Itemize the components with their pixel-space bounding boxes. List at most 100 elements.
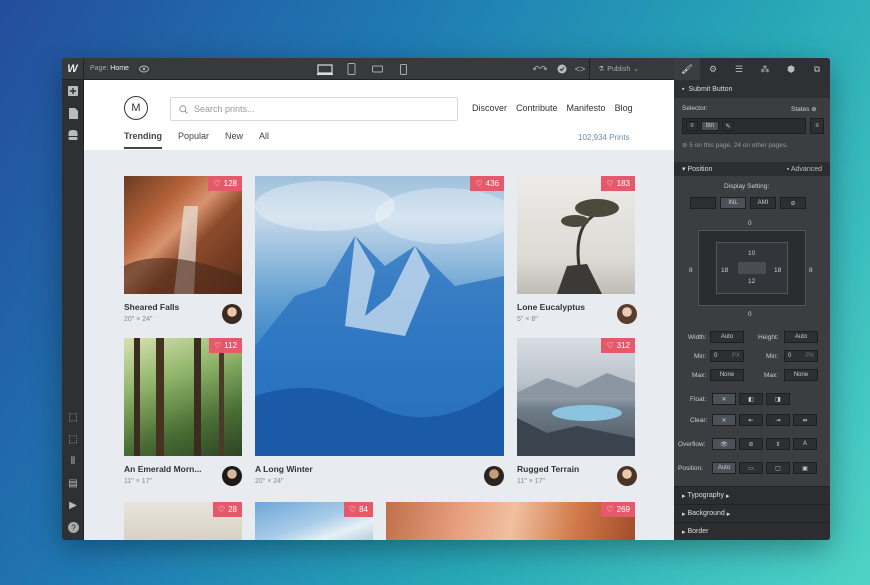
preview-eye-icon[interactable] [135,58,153,80]
style-manager-icon[interactable]: ⧉ [804,58,830,80]
print-card-image[interactable]: ♡ 183 [517,176,635,294]
print-card-image[interactable]: ♡ 436 [255,176,504,456]
clear-left-button[interactable]: ⇤ [739,414,763,426]
min-width-input[interactable]: 0 PX [710,350,744,362]
avatar[interactable] [222,304,242,324]
max-height-input[interactable]: None [784,369,818,381]
padding-top-value[interactable]: 10 [748,250,755,257]
code-icon[interactable]: <> [571,58,589,80]
print-card-image[interactable]: ♡ 28 [124,502,242,540]
avatar[interactable] [222,466,242,486]
likes-badge[interactable]: ♡ 128 [208,176,242,191]
margin-top-value[interactable]: 0 [748,220,752,227]
avatar[interactable] [617,466,637,486]
card-title[interactable]: Sheared Falls [124,302,179,312]
symbols-cube-icon[interactable]: ⬢ [778,58,804,80]
nav-manifesto[interactable]: Manifesto [567,103,606,113]
add-element-icon[interactable] [62,80,84,102]
edit-pencil-icon[interactable]: ✎ [722,121,734,131]
padding-right-value[interactable]: 18 [774,267,781,274]
position-relative-icon[interactable]: ▭ [739,462,763,474]
clear-none-button[interactable]: ✕ [712,414,736,426]
help-icon[interactable]: ? [62,516,84,538]
selector-tag[interactable]: btn [701,121,719,131]
display-inline-block-button[interactable]: INL [720,197,746,209]
tab-new[interactable]: New [225,131,243,149]
likes-badge[interactable]: ♡ 28 [212,502,242,517]
display-inline-button[interactable]: AMI [750,197,776,209]
avatar[interactable] [484,466,504,486]
grid-overlay-icon[interactable]: ⦀ [62,450,84,472]
width-input[interactable]: Auto [710,331,744,343]
position-auto-button[interactable]: Auto [712,462,736,474]
height-input[interactable]: Auto [784,331,818,343]
likes-badge[interactable]: ♡ 436 [470,176,504,191]
overflow-visible-eye-icon[interactable]: 👁 [712,438,736,450]
webflow-logo[interactable]: W [62,58,84,80]
likes-badge[interactable]: ♡ 112 [209,338,242,353]
clear-right-button[interactable]: ⇥ [766,414,790,426]
float-none-button[interactable]: ✕ [712,393,736,405]
settings-gear-icon[interactable]: ⚙ [700,58,726,80]
tablet-icon[interactable] [338,58,364,80]
position-absolute-icon[interactable]: ▢ [766,462,790,474]
card-title[interactable]: Lone Eucalyptus [517,302,585,312]
overflow-scroll-icon[interactable]: ⇕ [766,438,790,450]
cms-database-icon[interactable] [62,124,84,146]
card-title[interactable]: A Long Winter [255,464,313,474]
card-title[interactable]: An Emerald Morn... [124,464,201,474]
likes-badge[interactable]: ♡ 312 [601,338,635,353]
print-card-image[interactable]: ♡ 84 [255,502,373,540]
desktop-icon[interactable] [312,58,338,80]
undo-redo-icon[interactable]: ↶↷ [527,58,553,80]
x-ray-icon[interactable]: ⬚ [62,428,84,450]
print-card-image[interactable]: ♡ 128 [124,176,242,294]
float-right-button[interactable]: ◨ [766,393,790,405]
margin-right-value[interactable]: 8 [809,267,813,274]
style-brush-icon[interactable]: 🖌 [674,58,700,80]
display-none-button[interactable]: ⊘ [780,197,806,209]
publish-button[interactable]: ⚗ Publish ⌄ [589,58,647,80]
likes-badge[interactable]: ♡ 269 [601,502,635,517]
background-section-header[interactable]: ▸ Background ▸ [674,504,830,522]
typography-section-header[interactable]: ▸ Typography ▸ [674,486,830,504]
selector-menu-icon[interactable]: ≡ [810,118,824,134]
likes-badge[interactable]: ♡ 84 [343,502,373,517]
check-icon[interactable] [553,58,571,80]
likes-badge[interactable]: ♡ 183 [601,176,635,191]
print-card-image[interactable]: ♡ 269 [386,502,635,540]
preview-layout-icon[interactable]: ▤ [62,472,84,494]
padding-bottom-value[interactable]: 12 [748,278,755,285]
video-tutorial-icon[interactable]: ▶ [62,494,84,516]
tab-popular[interactable]: Popular [178,131,209,149]
overflow-hidden-icon[interactable]: ⊘ [739,438,763,450]
margin-left-value[interactable]: 8 [689,267,693,274]
search-input[interactable]: Search prints... [170,97,458,121]
nav-discover[interactable]: Discover [472,103,507,113]
interactions-icon[interactable]: ⁂ [752,58,778,80]
site-logo[interactable]: M [124,96,148,120]
navigator-icon[interactable]: ☰ [726,58,752,80]
position-fixed-icon[interactable]: ▣ [793,462,817,474]
min-height-input[interactable]: 0 PX [784,350,818,362]
mobile-portrait-icon[interactable] [390,58,416,80]
card-title[interactable]: Rugged Terrain [517,464,579,474]
print-card-image[interactable]: ♡ 112 [124,338,242,456]
max-width-input[interactable]: None [710,369,744,381]
selector-field[interactable]: ≡ btn ✎ [682,118,806,134]
nav-contribute[interactable]: Contribute [516,103,558,113]
tab-trending[interactable]: Trending [124,131,162,149]
float-left-button[interactable]: ◧ [739,393,763,405]
position-section-header[interactable]: ▾ Position ▪ Advanced [674,162,830,176]
avatar[interactable] [617,304,637,324]
display-block-button[interactable] [690,197,716,209]
page-selector[interactable]: Page: Home [84,65,135,72]
overflow-auto-icon[interactable]: A [793,438,817,450]
select-cursor-icon[interactable]: ⬚ [62,406,84,428]
advanced-toggle[interactable]: ▪ Advanced [787,166,822,173]
border-section-header[interactable]: ▸ Border [674,522,830,540]
nav-blog[interactable]: Blog [615,103,633,113]
pages-icon[interactable] [62,102,84,124]
mobile-landscape-icon[interactable] [364,58,390,80]
tab-all[interactable]: All [259,131,269,149]
